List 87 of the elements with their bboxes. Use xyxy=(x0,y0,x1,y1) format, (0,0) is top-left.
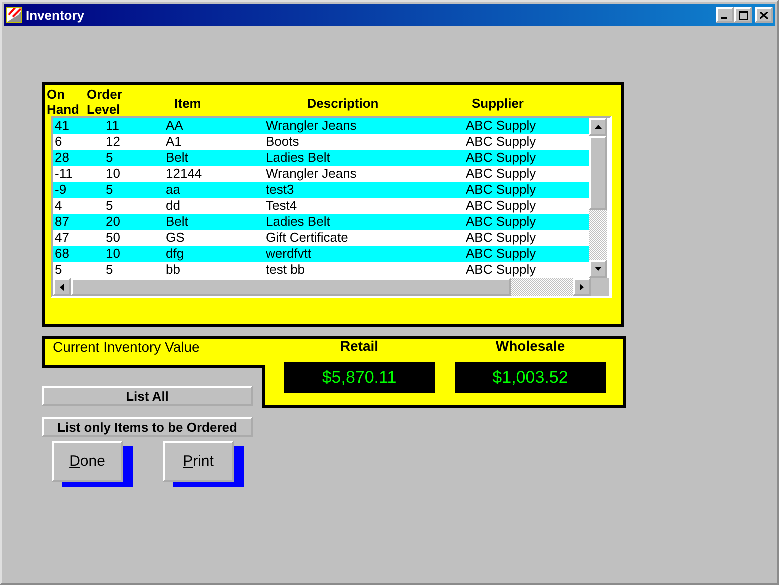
table-cell: 87 xyxy=(55,215,70,229)
table-cell: Wrangler Jeans xyxy=(266,167,357,181)
table-cell: Ladies Belt xyxy=(266,215,330,229)
table-cell: ABC Supply xyxy=(466,231,536,245)
right-arrow-icon xyxy=(580,284,584,290)
scroll-thumb[interactable] xyxy=(589,136,607,210)
table-cell: test3 xyxy=(266,183,294,197)
table-cell: ABC Supply xyxy=(466,135,536,149)
table-cell: 5 xyxy=(55,263,62,277)
table-cell: Gift Certificate xyxy=(266,231,348,245)
wholesale-label: Wholesale xyxy=(496,338,566,356)
table-cell: aa xyxy=(166,183,180,197)
table-cell: 10 xyxy=(106,247,120,261)
filter-button[interactable]: List All xyxy=(42,386,253,406)
column-header: Supplier xyxy=(470,96,525,111)
table-cell: GS xyxy=(166,231,185,245)
column-header: On Hand xyxy=(47,87,80,117)
scroll-down-button[interactable] xyxy=(589,260,607,278)
table-cell: 5 xyxy=(106,263,114,277)
table-row[interactable]: 68 10 dfg werdfvtt ABC Supply xyxy=(53,246,591,262)
table-cell: ABC Supply xyxy=(466,215,536,229)
table-cell: 20 xyxy=(106,215,120,229)
table-cell: Belt xyxy=(166,151,188,165)
table-cell: 10 xyxy=(106,167,120,181)
table-cell: ABC Supply xyxy=(466,119,536,133)
table-cell: werdfvtt xyxy=(266,247,312,261)
table-row[interactable]: 87 20 Belt Ladies Belt ABC Supply xyxy=(53,214,591,230)
retail-label: Retail xyxy=(340,338,379,356)
table-cell: ABC Supply xyxy=(466,151,536,165)
close-button[interactable] xyxy=(755,7,773,23)
scroll-up-button[interactable] xyxy=(589,118,607,136)
table-row[interactable]: -9 5 aa test3 ABC Supply xyxy=(53,182,591,198)
table-cell: 68 xyxy=(55,247,70,261)
wholesale-value: $1,003.52 xyxy=(455,362,606,393)
window-title: Inventory xyxy=(26,8,86,22)
table-cell: 28 xyxy=(55,151,70,165)
scroll-right-button[interactable] xyxy=(573,278,591,296)
table-cell: 50 xyxy=(106,231,120,245)
table-cell: ABC Supply xyxy=(466,199,536,213)
table-cell: 11 xyxy=(106,119,120,133)
horizontal-scrollbar[interactable] xyxy=(53,278,591,296)
table-cell: bb xyxy=(166,263,180,277)
table-cell: 47 xyxy=(55,231,70,245)
column-header: Order Level xyxy=(87,87,124,117)
table-cell: Boots xyxy=(266,135,300,149)
table-cell: 5 xyxy=(106,199,114,213)
table-cell: 5 xyxy=(106,183,114,197)
scroll-left-button[interactable] xyxy=(53,278,71,296)
table-row[interactable]: 41 11 AA Wrangler Jeans ABC Supply xyxy=(53,118,591,134)
table-cell: -11 xyxy=(55,167,73,181)
filter-button[interactable]: List only Items to be Ordered xyxy=(42,417,253,437)
table-cell: -9 xyxy=(55,183,67,197)
table-cell: 12 xyxy=(106,135,120,149)
table-cell: Test4 xyxy=(266,199,298,213)
table-cell: 4 xyxy=(55,199,62,213)
table-row[interactable]: 28 5 Belt Ladies Belt ABC Supply xyxy=(53,150,591,166)
table-cell: ABC Supply xyxy=(466,167,536,181)
retail-value: $5,870.11 xyxy=(284,362,435,393)
table-cell: Ladies Belt xyxy=(266,151,330,165)
table-cell: Belt xyxy=(166,215,188,229)
table-cell: ABC Supply xyxy=(466,183,536,197)
table-cell: 6 xyxy=(55,135,62,149)
table-cell: 41 xyxy=(55,119,70,133)
table-cell: dd xyxy=(166,199,180,213)
column-header: Description xyxy=(306,96,380,111)
scroll-thumb[interactable] xyxy=(71,278,511,296)
table-cell: dfg xyxy=(166,247,184,261)
app-icon xyxy=(6,7,22,23)
minimize-button[interactable] xyxy=(716,7,734,23)
table-cell: Wrangler Jeans xyxy=(266,119,357,133)
column-header: Item xyxy=(174,96,202,111)
table-cell: 5 xyxy=(106,151,114,165)
down-arrow-icon xyxy=(594,267,602,271)
maximize-button[interactable] xyxy=(734,7,752,23)
close-icon xyxy=(760,12,768,18)
scrollbar-corner xyxy=(591,278,609,296)
maximize-icon xyxy=(738,10,748,20)
table-cell: 12144 xyxy=(166,167,202,181)
table-cell: AA xyxy=(166,119,184,133)
inventory-value-title: Current Inventory Value xyxy=(52,338,201,357)
left-arrow-icon xyxy=(60,284,64,290)
vertical-scrollbar[interactable] xyxy=(589,118,607,278)
table-cell: ABC Supply xyxy=(466,263,536,277)
table-cell: A1 xyxy=(166,135,182,149)
table-cell: ABC Supply xyxy=(466,247,536,261)
table-cell: test bb xyxy=(266,263,306,277)
up-arrow-icon xyxy=(594,125,602,129)
